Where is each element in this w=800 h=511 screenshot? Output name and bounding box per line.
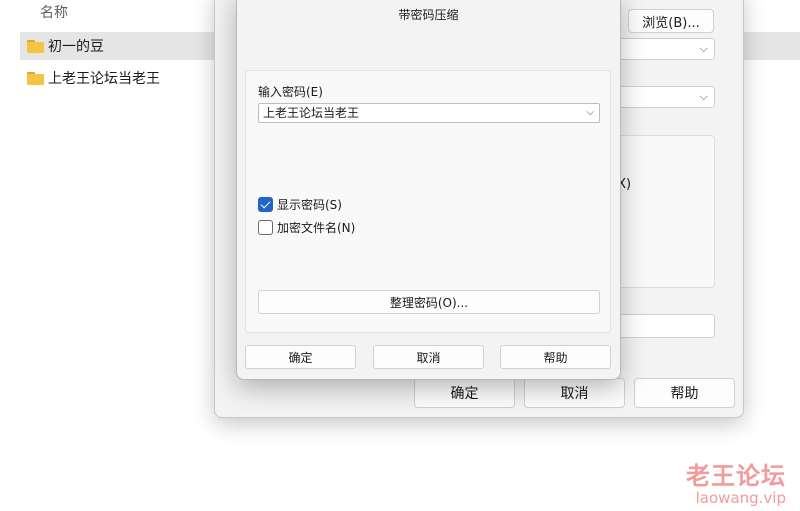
archive-path-field[interactable]: .. [610, 314, 715, 338]
password-dialog: 带密码压缩 输入密码(E) 上老王论坛当老王 ⌵ 显示密码(S) 加密文件名(N… [236, 0, 621, 380]
watermark-text: 老王论坛 [686, 462, 786, 490]
browse-button[interactable]: 浏览(B)... [628, 9, 714, 33]
options-group: D) 牛(X) [599, 135, 715, 288]
chevron-down-icon: ⌵ [699, 42, 708, 55]
checkbox-unchecked-icon[interactable] [258, 220, 273, 235]
watermark-url: laowang.vip [695, 489, 786, 507]
folder-icon [27, 39, 44, 53]
folder-icon [27, 71, 44, 85]
cancel-button[interactable]: 取消 [373, 345, 484, 369]
show-password-label: 显示密码(S) [277, 198, 342, 212]
file-name: 初一的豆 [48, 39, 104, 55]
cancel-button[interactable]: 取消 [524, 378, 625, 408]
checkbox-checked-icon[interactable] [258, 197, 273, 212]
ok-button[interactable]: 确定 [245, 345, 356, 369]
password-panel: 输入密码(E) 上老王论坛当老王 ⌵ 显示密码(S) 加密文件名(N) 整理密码… [245, 70, 611, 333]
encrypt-filenames-label: 加密文件名(N) [277, 221, 356, 235]
chevron-down-icon: ⌵ [699, 90, 708, 103]
organize-passwords-button[interactable]: 整理密码(O)... [258, 290, 600, 314]
password-label: 输入密码(E) [258, 85, 323, 99]
help-button[interactable]: 帮助 [634, 378, 735, 408]
help-button[interactable]: 帮助 [500, 345, 611, 369]
file-name: 上老王论坛当老王 [48, 71, 160, 87]
archive-name-combo[interactable]: ⌵ [610, 38, 715, 60]
archive-format-combo[interactable]: ⌵ [610, 86, 715, 108]
password-combo[interactable]: 上老王论坛当老王 ⌵ [258, 103, 600, 123]
password-value: 上老王论坛当老王 [263, 106, 360, 120]
chevron-down-icon[interactable]: ⌵ [586, 104, 594, 122]
encrypt-filenames-checkbox[interactable]: 加密文件名(N) [258, 219, 355, 236]
ok-button[interactable]: 确定 [414, 378, 515, 408]
show-password-checkbox[interactable]: 显示密码(S) [258, 196, 342, 213]
dialog-title: 带密码压缩 [398, 8, 459, 22]
name-column-header[interactable]: 名称 [40, 2, 68, 22]
watermark: 老王论坛 laowang.vip [686, 456, 786, 507]
